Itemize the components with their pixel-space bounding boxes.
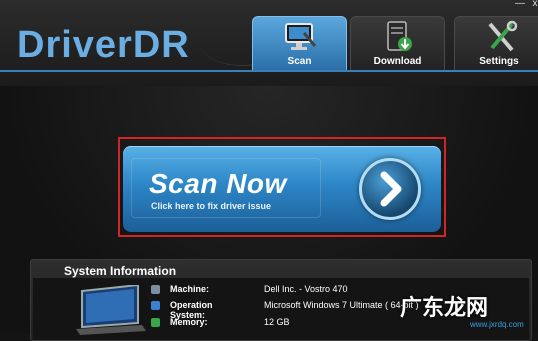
scan-now-button[interactable]: Scan Now Click here to fix driver issue (123, 146, 441, 232)
download-server-icon (387, 21, 412, 51)
minimize-button[interactable]: — (513, 0, 527, 9)
windows-icon (151, 301, 160, 310)
scan-now-subtitle: Click here to fix driver issue (151, 201, 272, 211)
system-information-title: System Information (64, 264, 177, 278)
watermark-text: 广东龙网 (400, 295, 489, 320)
laptop-icon (76, 285, 146, 335)
memory-icon (151, 318, 160, 327)
tools-icon (488, 20, 518, 52)
scan-now-title: Scan Now (149, 168, 287, 199)
memory-value: 12 GB (264, 317, 290, 327)
watermark-url: www.jxrdq.com (470, 320, 524, 329)
monitor-scan-icon (285, 23, 317, 50)
memory-label: Memory: (170, 317, 208, 327)
app-header: DriverDR Scan Download Settings — x (0, 0, 538, 86)
tab-settings-label: Settings (479, 56, 519, 67)
tab-scan[interactable]: Scan (252, 16, 347, 70)
tab-scan-label: Scan (287, 56, 312, 67)
tab-download[interactable]: Download (350, 16, 445, 70)
app-logo: DriverDR (17, 24, 190, 66)
tab-download-label: Download (373, 56, 422, 67)
os-value: Microsoft Windows 7 Ultimate ( 64-bit ) (264, 300, 419, 310)
machine-value: Dell Inc. - Vostro 470 (264, 284, 348, 294)
arrow-right-icon[interactable] (359, 158, 421, 220)
machine-label: Machine: (170, 284, 210, 294)
tab-settings[interactable]: Settings (454, 16, 538, 70)
close-button[interactable]: x (528, 0, 538, 9)
machine-icon (151, 285, 160, 294)
header-divider (0, 70, 538, 72)
